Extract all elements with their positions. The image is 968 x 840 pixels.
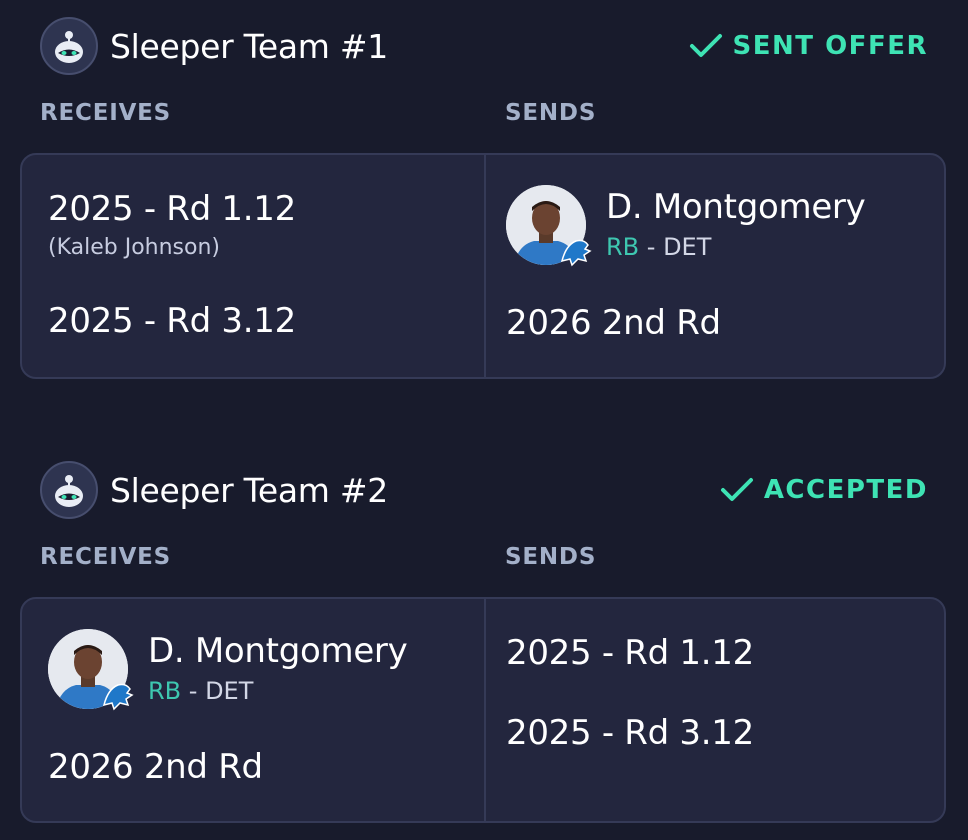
detroit-lions-logo-icon xyxy=(100,679,136,713)
player-team: - DET xyxy=(188,677,254,705)
player-avatar xyxy=(506,185,592,267)
receives-player[interactable]: D. Montgomery RB - DET xyxy=(48,629,408,711)
detroit-lions-logo-icon xyxy=(558,235,594,269)
pick-label: 2026 2nd Rd xyxy=(506,303,721,343)
pick-note: (Kaleb Johnson) xyxy=(48,235,220,260)
status-text: ACCEPTED xyxy=(763,475,928,505)
player-name: D. Montgomery xyxy=(606,187,866,227)
pick-label: 2026 2nd Rd xyxy=(48,747,263,787)
pick-label: 2025 - Rd 3.12 xyxy=(48,301,296,341)
trade-card-2: D. Montgomery RB - DET 2026 2nd Rd 2025 … xyxy=(20,597,946,823)
trade-review-page: Sleeper Team #1 SENT OFFER RECEIVES SEND… xyxy=(0,0,968,840)
receives-label: RECEIVES xyxy=(40,100,172,126)
status-badge: ACCEPTED xyxy=(720,475,928,505)
player-position: RB xyxy=(606,233,640,261)
player-name: D. Montgomery xyxy=(148,631,408,671)
pick-label: 2025 - Rd 1.12 xyxy=(48,189,296,229)
team-name: Sleeper Team #1 xyxy=(110,26,388,66)
check-icon xyxy=(689,32,723,60)
sleeper-robot-icon xyxy=(40,17,98,75)
team-header-1[interactable]: Sleeper Team #1 SENT OFFER xyxy=(40,16,928,76)
receives-pick[interactable]: 2026 2nd Rd xyxy=(48,747,263,787)
receives-pick-2[interactable]: 2025 - Rd 3.12 xyxy=(48,301,296,341)
status-text: SENT OFFER xyxy=(732,31,928,61)
sends-label: SENDS xyxy=(505,100,597,126)
check-icon xyxy=(720,476,754,504)
player-avatar xyxy=(48,629,134,711)
team-header-2[interactable]: Sleeper Team #2 ACCEPTED xyxy=(40,460,928,520)
team-name: Sleeper Team #2 xyxy=(110,470,388,510)
sends-label: SENDS xyxy=(505,544,597,570)
receives-pick-1[interactable]: 2025 - Rd 1.12 (Kaleb Johnson) xyxy=(48,189,296,260)
card-divider xyxy=(484,599,486,821)
card-divider xyxy=(484,155,486,377)
pick-label: 2025 - Rd 1.12 xyxy=(506,633,754,673)
sends-pick-2[interactable]: 2025 - Rd 3.12 xyxy=(506,713,754,753)
pick-label: 2025 - Rd 3.12 xyxy=(506,713,754,753)
player-position: RB xyxy=(148,677,182,705)
sends-player[interactable]: D. Montgomery RB - DET xyxy=(506,185,866,267)
sends-pick-1[interactable]: 2025 - Rd 1.12 xyxy=(506,633,754,673)
trade-card-1: 2025 - Rd 1.12 (Kaleb Johnson) 2025 - Rd… xyxy=(20,153,946,379)
sends-pick[interactable]: 2026 2nd Rd xyxy=(506,303,721,343)
status-badge: SENT OFFER xyxy=(689,31,928,61)
sleeper-robot-icon xyxy=(40,461,98,519)
receives-label: RECEIVES xyxy=(40,544,172,570)
player-team: - DET xyxy=(646,233,712,261)
